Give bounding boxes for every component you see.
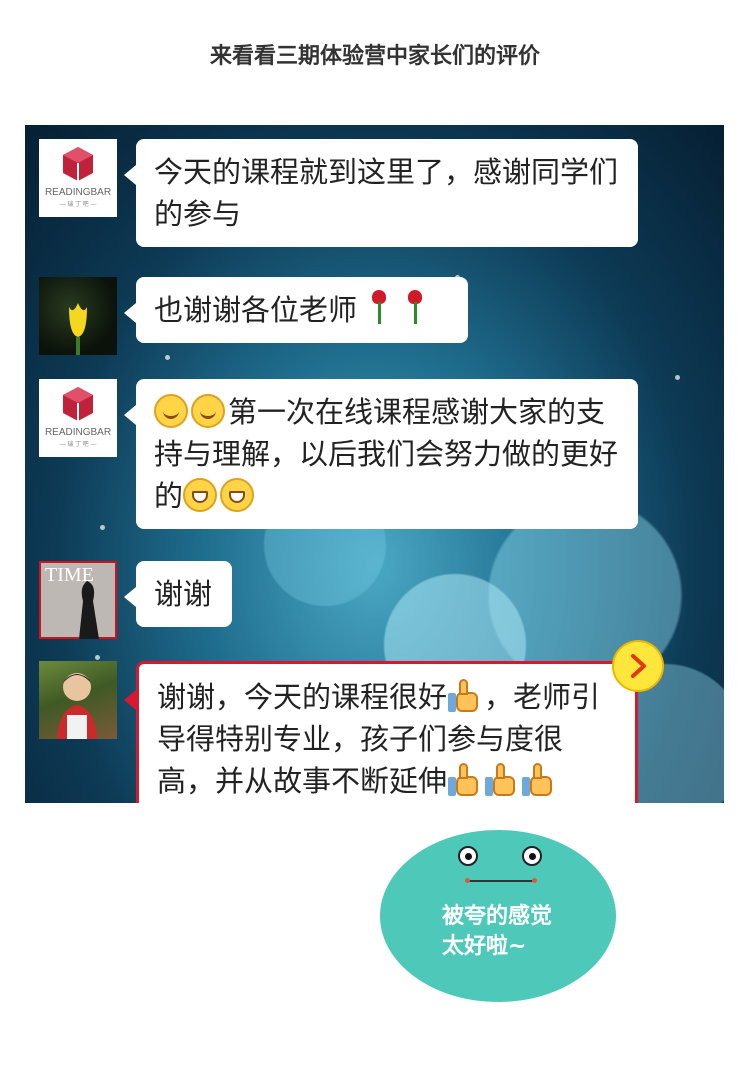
message-text: 也谢谢各位老师 — [154, 293, 358, 327]
message-text: 谢谢，今天的课程很好 — [157, 680, 448, 714]
logo-subtext: — 瑞 丁 吧 — — [60, 200, 97, 208]
readingbar-logo-icon: READINGBAR — 瑞 丁 吧 — — [45, 387, 111, 448]
message-text: 今天的课程就到这里了，感谢同学们的参与 — [154, 155, 619, 231]
message-bubble[interactable]: 也谢谢各位老师 — [124, 277, 468, 343]
avatar[interactable]: READINGBAR — 瑞 丁 吧 — — [39, 139, 117, 217]
page-title: 来看看三期体验营中家长们的评价 — [209, 44, 540, 69]
thumbs-up-icon — [521, 763, 555, 797]
avatar[interactable]: TIME — [39, 561, 117, 639]
smile-icon — [191, 394, 225, 428]
logo-text: READINGBAR — [45, 427, 111, 438]
mouth-icon — [465, 878, 537, 883]
mascot-text: 被夸的感觉 太好啦~ — [442, 904, 553, 959]
chevron-right-icon — [631, 654, 646, 678]
message-bubble[interactable]: 今天的课程就到这里了，感谢同学们的参与 — [124, 139, 638, 247]
rose-icon — [401, 290, 429, 326]
chat-panel[interactable]: READINGBAR — 瑞 丁 吧 — 今天的课程就到这里了，感谢同学们的参与… — [25, 125, 724, 803]
rose-icon — [365, 290, 393, 326]
chat-message: TIME 谢谢 — [39, 561, 709, 641]
right-eye-icon — [522, 846, 542, 866]
chat-message: READINGBAR — 瑞 丁 吧 — 第一次在线课程感谢大家的支持与理解，以… — [39, 379, 709, 539]
avatar[interactable]: READINGBAR — 瑞 丁 吧 — — [39, 379, 117, 457]
message-bubble-highlighted[interactable]: 谢谢，今天的课程很好 ，老师引导得特别专业，孩子们参与度很高，并从故事不断延伸 — [124, 661, 638, 803]
mascot-speech-bubble: 被夸的感觉 太好啦~ — [373, 817, 620, 1010]
chat-message: 谢谢，今天的课程很好 ，老师引导得特别专业，孩子们参与度很高，并从故事不断延伸 — [39, 661, 709, 803]
grin-icon — [220, 478, 255, 512]
message-bubble[interactable]: 谢谢 — [124, 561, 232, 627]
bokeh-dot — [95, 655, 100, 660]
message-text: 谢谢 — [154, 577, 213, 611]
child-photo-icon — [57, 673, 97, 739]
thumbs-up-icon — [447, 679, 481, 713]
avatar[interactable] — [39, 277, 117, 355]
left-eye-icon — [458, 846, 478, 866]
thumbs-up-icon — [484, 763, 518, 797]
grin-icon — [183, 478, 218, 512]
magazine-cover-icon: TIME — [39, 561, 117, 639]
message-bubble[interactable]: 第一次在线课程感谢大家的支持与理解，以后我们会努力做的更好的 — [124, 379, 638, 529]
avatar[interactable] — [39, 661, 117, 739]
chat-message: READINGBAR — 瑞 丁 吧 — 今天的课程就到这里了，感谢同学们的参与 — [39, 139, 709, 257]
readingbar-logo-icon: READINGBAR — 瑞 丁 吧 — — [45, 147, 111, 208]
logo-text: READINGBAR — [45, 187, 111, 198]
next-button[interactable] — [612, 640, 664, 692]
logo-subtext: — 瑞 丁 吧 — — [60, 440, 97, 448]
smile-icon — [154, 394, 188, 428]
chat-message: 也谢谢各位老师 — [39, 277, 709, 357]
tulip-icon — [69, 303, 87, 355]
thumbs-up-icon — [447, 763, 481, 797]
